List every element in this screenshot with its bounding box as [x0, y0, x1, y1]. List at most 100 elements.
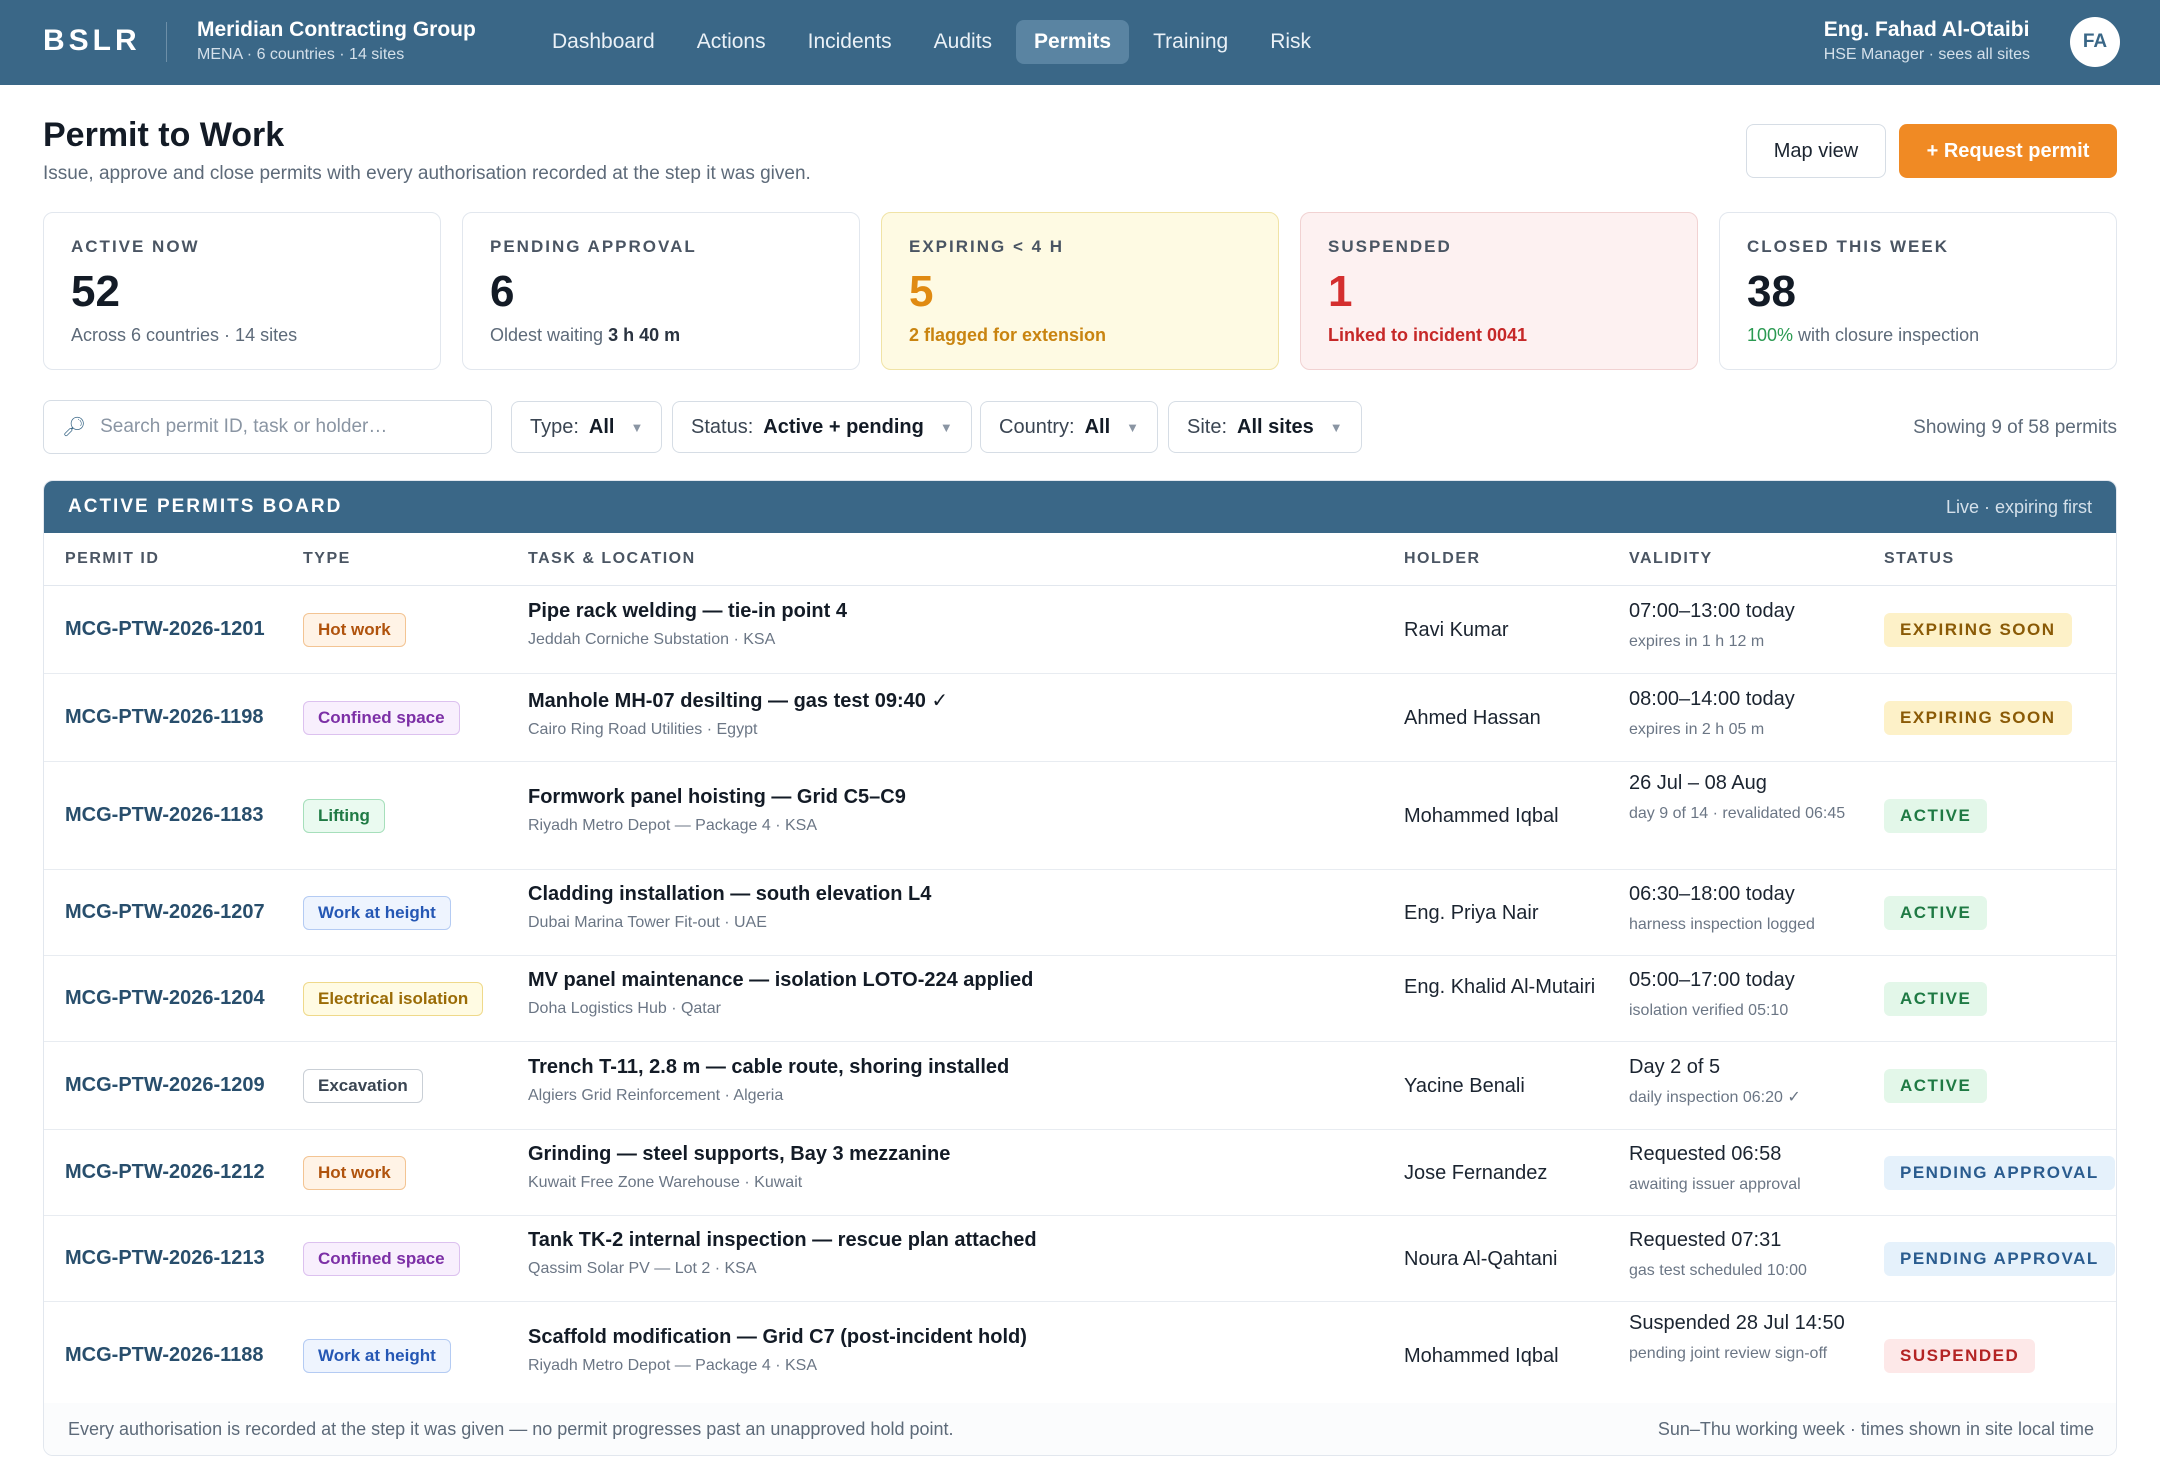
brand-divider [166, 22, 167, 62]
holder-name: Mohammed Iqbal [1404, 805, 1559, 827]
holder-name: Eng. Khalid Al-Mutairi [1404, 976, 1596, 998]
nav-audits[interactable]: Audits [916, 20, 1010, 64]
table-row[interactable]: MCG-PTW-2026-1207 Work at height Cladding … [44, 870, 2116, 956]
search-icon: 🔎︎ [62, 417, 87, 438]
task-title: Formwork panel hoisting — Grid C5–C9 [528, 786, 906, 808]
col-holder[interactable]: HOLDER [1404, 550, 1604, 568]
permit-type-tag: Confined space [303, 1242, 460, 1276]
kpi-value: 52 [71, 267, 120, 316]
permit-id-link[interactable]: MCG-PTW-2026-1201 [65, 618, 265, 640]
status-filter[interactable]: Status: Active + pending ▼ [672, 401, 972, 453]
kpi-label: SUSPENDED [1328, 237, 1452, 256]
kpi-active-now[interactable]: ACTIVE NOW 52 Across 6 countries · 14 si… [43, 212, 441, 370]
task-title: Tank TK-2 internal inspection — rescue p… [528, 1229, 1037, 1251]
task-title: Trench T-11, 2.8 m — cable route, shorin… [528, 1056, 1010, 1078]
validity-window: 26 Jul – 08 Aug [1629, 772, 1767, 794]
task-location: Kuwait Free Zone Warehouse · Kuwait [528, 1174, 803, 1191]
table-row[interactable]: MCG-PTW-2026-1198 Confined space Manhole M… [44, 674, 2116, 762]
map-view-button[interactable]: Map view [1746, 124, 1886, 178]
org-switcher[interactable]: Meridian Contracting Group MENA · 6 coun… [197, 18, 476, 64]
site-filter[interactable]: Site: All sites ▼ [1168, 401, 1362, 453]
permit-id-link[interactable]: MCG-PTW-2026-1188 [65, 1344, 264, 1366]
kpi-closed-week[interactable]: CLOSED THIS WEEK 38 100% with closure in… [1719, 212, 2117, 370]
user-info[interactable]: Eng. Fahad Al-Otaibi HSE Manager · sees … [1824, 18, 2030, 64]
table-body: MCG-PTW-2026-1201 Hot work Pipe rack weldi… [44, 586, 2116, 1410]
nav-dashboard[interactable]: Dashboard [534, 20, 673, 64]
footer-timezone: Sun–Thu working week · times shown in si… [1657, 1418, 2094, 1439]
org-scope: MENA · 6 countries · 14 sites [197, 46, 405, 63]
kpi-note: 100% with closure inspection [1747, 325, 1980, 345]
nav-training[interactable]: Training [1135, 20, 1246, 64]
nav-actions[interactable]: Actions [679, 20, 784, 64]
task-title: Manhole MH-07 desilting — gas test 09:40… [528, 690, 949, 712]
brand-logo[interactable]: BSLR [43, 24, 141, 58]
nav-risk[interactable]: Risk [1252, 20, 1329, 64]
table-row[interactable]: MCG-PTW-2026-1201 Hot work Pipe rack weldi… [44, 586, 2116, 674]
task-location: Doha Logistics Hub · Qatar [528, 1000, 721, 1017]
permit-id-link[interactable]: MCG-PTW-2026-1207 [65, 901, 265, 923]
status-badge: EXPIRING SOON [1884, 613, 2072, 647]
validity-window: Requested 06:58 [1629, 1143, 1782, 1165]
validity-note: pending joint review sign-off [1629, 1345, 1828, 1362]
validity-window: Day 2 of 5 [1629, 1056, 1721, 1078]
kpi-expiring[interactable]: EXPIRING < 4 H 5 2 flagged for extension [881, 212, 1279, 370]
kpi-note: 2 flagged for extension [909, 325, 1107, 345]
request-permit-button[interactable]: + Request permit [1899, 124, 2117, 178]
holder-name: Ravi Kumar [1404, 619, 1509, 641]
kpi-label: ACTIVE NOW [71, 237, 200, 256]
kpi-pending-approval[interactable]: PENDING APPROVAL 6 Oldest waiting 3 h 40… [462, 212, 860, 370]
country-filter[interactable]: Country: All ▼ [980, 401, 1159, 453]
avatar[interactable]: FA [2070, 17, 2120, 67]
kpi-label: CLOSED THIS WEEK [1747, 237, 1950, 256]
permit-type-tag: Excavation [303, 1069, 423, 1103]
validity-note: awaiting issuer approval [1629, 1176, 1801, 1193]
col-permit-id[interactable]: PERMIT ID [65, 550, 159, 568]
status-badge: PENDING APPROVAL [1884, 1156, 2115, 1190]
permits-board: ACTIVE PERMITS BOARD Live · expiring fir… [43, 480, 2117, 1456]
col-type[interactable]: TYPE [303, 550, 351, 568]
board-footer: Every authorisation is recorded at the s… [44, 1403, 2116, 1455]
kpi-value: 5 [909, 267, 934, 316]
status-badge: EXPIRING SOON [1884, 701, 2072, 735]
holder-name: Eng. Priya Nair [1404, 902, 1539, 924]
holder-name: Ahmed Hassan [1404, 707, 1541, 729]
status-badge: ACTIVE [1884, 799, 1988, 833]
task-location: Cairo Ring Road Utilities · Egypt [528, 721, 758, 738]
task-location: Jeddah Corniche Substation · KSA [528, 631, 776, 648]
task-title: Pipe rack welding — tie-in point 4 [528, 600, 847, 622]
permit-id-link[interactable]: MCG-PTW-2026-1204 [65, 987, 265, 1009]
col-status[interactable]: STATUS [1884, 550, 1955, 568]
user-role: HSE Manager · sees all sites [1823, 46, 2030, 63]
permit-id-link[interactable]: MCG-PTW-2026-1198 [65, 706, 264, 728]
permit-id-link[interactable]: MCG-PTW-2026-1209 [65, 1074, 265, 1096]
table-row[interactable]: MCG-PTW-2026-1204 Electrical isolation MV … [44, 956, 2116, 1042]
permit-id-link[interactable]: MCG-PTW-2026-1212 [65, 1161, 265, 1183]
table-row[interactable]: MCG-PTW-2026-1212 Hot work Grinding — stee… [44, 1130, 2116, 1216]
kpi-label: EXPIRING < 4 H [909, 237, 1065, 256]
permit-id-link[interactable]: MCG-PTW-2026-1213 [65, 1247, 265, 1269]
validity-note: isolation verified 05:10 [1629, 1002, 1789, 1019]
user-name: Eng. Fahad Al-Otaibi [1823, 18, 2030, 41]
search-input[interactable] [100, 416, 481, 438]
validity-note: day 9 of 14 · revalidated 06:45 [1629, 805, 1846, 822]
task-title: Cladding installation — south elevation … [528, 883, 932, 905]
nav-permits[interactable]: Permits [1016, 20, 1130, 64]
validity-window: 05:00–17:00 today [1629, 969, 1795, 991]
table-row[interactable]: MCG-PTW-2026-1183 Lifting Formwork panel h… [44, 762, 2116, 870]
permit-id-link[interactable]: MCG-PTW-2026-1183 [65, 804, 264, 826]
task-location: Dubai Marina Tower Fit-out · UAE [528, 914, 767, 931]
search-box[interactable]: 🔎︎ [43, 400, 492, 454]
table-row[interactable]: MCG-PTW-2026-1209 Excavation Trench T-11, … [44, 1042, 2116, 1130]
type-filter[interactable]: Type: All ▼ [511, 401, 663, 453]
board-header: ACTIVE PERMITS BOARD Live · expiring fir… [44, 481, 2116, 533]
table-row[interactable]: MCG-PTW-2026-1188 Work at height Scaffold … [44, 1302, 2116, 1410]
nav-incidents[interactable]: Incidents [790, 20, 910, 64]
validity-note: expires in 1 h 12 m [1629, 633, 1765, 650]
kpi-suspended[interactable]: SUSPENDED 1 Linked to incident 0041 [1300, 212, 1698, 370]
chevron-down-icon: ▼ [1126, 419, 1140, 435]
table-row[interactable]: MCG-PTW-2026-1213 Confined space Tank TK-2… [44, 1216, 2116, 1302]
col-task[interactable]: TASK & LOCATION [528, 550, 696, 568]
col-validity[interactable]: VALIDITY [1629, 550, 1859, 568]
kpi-value: 1 [1328, 267, 1353, 316]
chevron-down-icon: ▼ [939, 419, 953, 435]
